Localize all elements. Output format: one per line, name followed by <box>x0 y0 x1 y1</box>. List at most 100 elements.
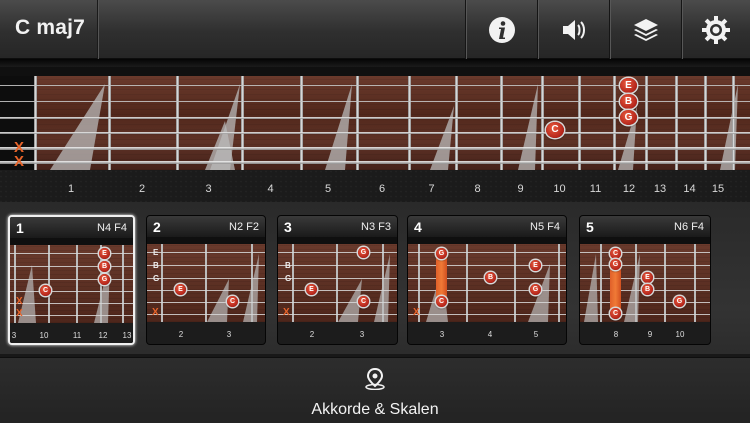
card-muted-string: X <box>16 296 23 307</box>
card-fret <box>558 244 560 322</box>
fret-wire <box>300 76 303 170</box>
sound-button[interactable] <box>537 0 609 59</box>
fret-number: 1 <box>67 183 75 195</box>
card-fret-number: 10 <box>675 330 685 339</box>
fret-wire <box>500 76 503 170</box>
card-fingering-label: N5 F4 <box>530 221 560 233</box>
fret-wire <box>34 76 37 170</box>
card-string <box>10 303 133 304</box>
card-fret-number: 12 <box>98 331 108 340</box>
card-fret <box>664 244 666 322</box>
card-string <box>147 314 265 315</box>
card-number: 2 <box>153 219 161 235</box>
guitar-string <box>0 101 750 102</box>
chords-scales-label: Akkorde & Skalen <box>311 401 439 418</box>
card-string <box>278 252 397 253</box>
card-fret <box>48 245 50 323</box>
card-string <box>147 252 265 253</box>
card-muted-string: X <box>152 307 159 318</box>
open-string-note: B <box>285 261 291 270</box>
fret-wire <box>108 76 111 170</box>
guitar-string <box>0 132 750 134</box>
card-note: G <box>530 284 541 295</box>
card-fingering-label: N2 F2 <box>229 221 259 233</box>
chord-card-3[interactable]: 3 N3 F3 B G X G E C 2 3 <box>277 215 398 345</box>
fretboard-base <box>0 170 750 202</box>
card-fret-number: 5 <box>533 330 539 339</box>
card-string <box>147 278 265 279</box>
card-string <box>580 252 710 253</box>
card-note: G <box>99 274 110 285</box>
fret-wire <box>176 76 179 170</box>
fret-wire <box>241 76 244 170</box>
note-marker[interactable]: C <box>546 122 564 138</box>
fret-wire <box>356 76 359 170</box>
card-note: G <box>674 296 685 307</box>
card-string <box>147 265 265 266</box>
layers-button[interactable] <box>609 0 681 59</box>
guitar-string <box>0 147 750 150</box>
card-fret <box>205 244 207 322</box>
card-fingering-label: N3 F3 <box>361 221 391 233</box>
card-fret-number: 8 <box>613 330 619 339</box>
card-muted-string: X <box>16 308 23 319</box>
fret-number: 7 <box>428 183 435 195</box>
card-note: G <box>436 248 447 259</box>
chord-card-5[interactable]: 5 N6 F4 C G E B G C 8 9 10 <box>579 215 711 345</box>
card-note: E <box>175 284 186 295</box>
card-inlays <box>426 264 550 322</box>
card-string <box>10 253 133 254</box>
chord-card-2[interactable]: 2 N2 F2 E B G X E C 2 3 <box>146 215 266 345</box>
chord-card-4[interactable]: 4 N5 F4 X G C B E G 3 4 5 <box>407 215 567 345</box>
chords-scales-button[interactable]: Akkorde & Skalen <box>0 357 750 423</box>
card-inlays <box>338 254 390 322</box>
fret-number: 15 <box>711 183 725 195</box>
card-fret <box>382 244 384 322</box>
card-fret-number: 11 <box>72 331 82 340</box>
fret-number: 4 <box>267 183 274 195</box>
fret-number: 13 <box>653 183 667 195</box>
info-button[interactable] <box>465 0 537 59</box>
fret-number: 8 <box>474 183 481 195</box>
top-bar: C maj7 <box>0 0 750 59</box>
card-string <box>408 314 566 315</box>
card-string <box>278 314 397 315</box>
fret-number: 5 <box>324 183 332 195</box>
fretboard-shadow <box>0 59 750 67</box>
note-marker[interactable]: G <box>620 110 637 125</box>
speaker-icon <box>562 19 585 40</box>
card-fret-number: 3 <box>226 330 232 339</box>
note-marker[interactable]: E <box>620 78 637 93</box>
guitar-string <box>0 85 750 86</box>
fret-wire <box>675 76 678 170</box>
info-icon <box>488 16 515 43</box>
card-number: 5 <box>586 219 594 235</box>
guitar-string <box>0 117 750 119</box>
card-fret-number: 3 <box>11 331 17 340</box>
card-note: G <box>358 247 369 258</box>
card-fret-number: 3 <box>439 330 445 339</box>
app: C maj7 X X E B G C 1 2 3 4 5 6 7 8 9 10 … <box>0 0 750 423</box>
note-marker[interactable]: B <box>620 94 637 109</box>
chord-card-1[interactable]: 1 N4 F4 X X E B G C 3 10 11 12 13 <box>8 215 135 345</box>
card-fret-number: 9 <box>647 330 653 339</box>
card-string <box>408 265 566 266</box>
settings-button[interactable] <box>681 0 750 59</box>
card-note: C <box>40 285 51 296</box>
card-fret <box>122 245 124 323</box>
card-footer <box>147 322 265 344</box>
open-string-note: E <box>153 248 159 257</box>
card-string <box>10 279 133 280</box>
open-string-note: G <box>153 274 160 283</box>
card-fret-number: 10 <box>39 331 49 340</box>
card-fret <box>514 244 516 322</box>
card-number: 4 <box>414 219 422 235</box>
card-string <box>278 290 397 291</box>
fret-wire <box>645 76 648 170</box>
fret-number: 12 <box>622 183 636 195</box>
fret-number: 10 <box>553 183 566 195</box>
card-fret <box>251 244 253 322</box>
card-fret-number: 4 <box>487 330 493 339</box>
fret-number: 11 <box>589 183 602 195</box>
card-note: E <box>306 284 317 295</box>
